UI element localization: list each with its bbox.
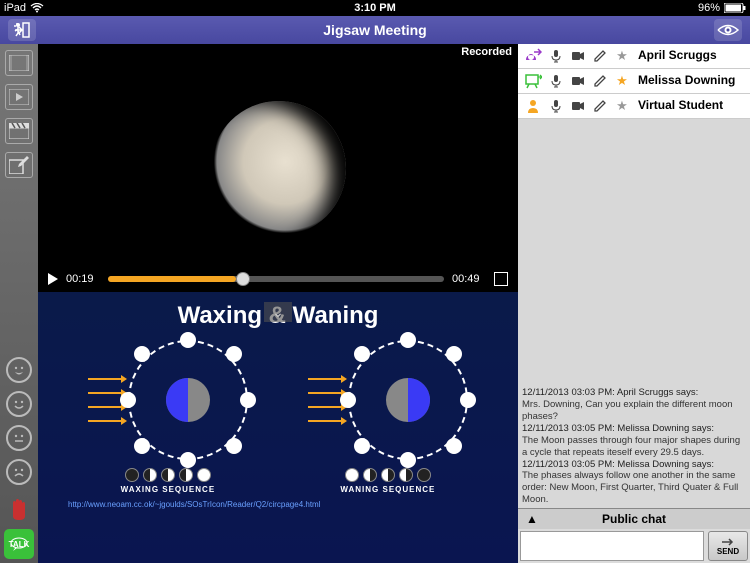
slide-viewer: Waxing & Waning <box>38 292 518 563</box>
chat-footer: ▲ Public chat SEND <box>518 508 750 563</box>
video-controls: 00:19 00:49 <box>38 266 518 292</box>
expand-down-button[interactable]: ⌄ <box>264 302 292 322</box>
waning-sequence: WANING SEQUENCE <box>340 468 435 494</box>
mic-icon[interactable] <box>548 99 564 113</box>
recorded-badge: Recorded <box>461 46 512 58</box>
star-icon[interactable]: ★ <box>614 98 630 114</box>
emoji-sad-icon[interactable] <box>6 459 32 485</box>
participant-name: Melissa Downing <box>638 74 735 87</box>
mic-icon[interactable] <box>548 49 564 63</box>
play-icon[interactable] <box>48 273 58 285</box>
waxing-sequence: WAXING SEQUENCE <box>121 468 216 494</box>
role-icon <box>524 48 542 64</box>
right-panel: ★ April Scruggs ★ Melissa Downing ★ Virt… <box>518 44 750 563</box>
send-arrow-icon <box>721 537 735 547</box>
role-icon <box>524 98 542 114</box>
participant-row[interactable]: ★ Virtual Student <box>518 94 750 119</box>
collapse-icon: ▲ <box>526 512 538 526</box>
left-toolbar: TALK <box>0 44 38 563</box>
chat-meta: 12/11/2013 03:05 PM: Melissa Downing say… <box>522 423 746 435</box>
video-current-time: 00:19 <box>66 273 100 285</box>
talk-button[interactable]: TALK <box>4 529 34 559</box>
waning-label: WANING SEQUENCE <box>340 485 435 494</box>
waxing-label: WAXING SEQUENCE <box>121 485 216 494</box>
emoji-neutral-icon[interactable] <box>6 425 32 451</box>
status-bar: iPad 3:10 PM 96% <box>0 0 750 16</box>
emoji-happy-open-icon[interactable] <box>6 357 32 383</box>
video-seek-thumb[interactable] <box>236 272 250 286</box>
battery-icon <box>724 3 746 13</box>
film-icon[interactable] <box>5 50 33 76</box>
star-icon[interactable]: ★ <box>614 48 630 64</box>
carrier-label: iPad <box>4 2 26 14</box>
page-title: Jigsaw Meeting <box>323 22 426 38</box>
battery-percent: 96% <box>698 2 720 14</box>
app-header: Jigsaw Meeting <box>0 16 750 44</box>
video-seek-track[interactable] <box>108 276 444 282</box>
content-area: Recorded 00:19 00:49 ‹ › ⌄ Waxing & Wani… <box>38 44 518 563</box>
emoji-happy-icon[interactable] <box>6 391 32 417</box>
pen-icon[interactable] <box>592 74 608 88</box>
raise-hand-icon[interactable] <box>7 497 31 521</box>
slide-source-link[interactable]: http://www.neoam.cc.ok/~jgoulds/SOsTrIco… <box>68 500 488 509</box>
camera-icon[interactable] <box>570 74 586 88</box>
clock: 3:10 PM <box>354 2 396 14</box>
mic-icon[interactable] <box>548 74 564 88</box>
pen-icon[interactable] <box>592 49 608 63</box>
wifi-icon <box>30 3 44 13</box>
chat-text: Mrs. Downing, Can you explain the differ… <box>522 399 746 423</box>
chat-title: Public chat <box>602 512 666 526</box>
camera-icon[interactable] <box>570 49 586 63</box>
visibility-button[interactable] <box>714 19 742 41</box>
play-slide-icon[interactable] <box>5 84 33 110</box>
chat-text: The Moon passes through four major shape… <box>522 435 746 459</box>
participant-name: April Scruggs <box>638 49 717 62</box>
exit-button[interactable] <box>8 19 36 41</box>
chat-meta: 12/11/2013 03:03 PM: April Scruggs says: <box>522 387 746 399</box>
video-player[interactable]: Recorded 00:19 00:49 <box>38 44 518 292</box>
pen-icon[interactable] <box>592 99 608 113</box>
send-label: SEND <box>717 547 739 556</box>
participant-row[interactable]: ★ Melissa Downing <box>518 69 750 94</box>
camera-icon[interactable] <box>570 99 586 113</box>
waning-diagram <box>308 340 468 460</box>
video-thumbnail-moon <box>211 101 346 236</box>
chat-input[interactable] <box>520 531 704 561</box>
send-button[interactable]: SEND <box>708 531 748 561</box>
clapper-icon[interactable] <box>5 118 33 144</box>
waxing-diagram <box>88 340 248 460</box>
chat-messages: 12/11/2013 03:03 PM: April Scruggs says:… <box>518 119 750 508</box>
fullscreen-icon[interactable] <box>494 272 508 286</box>
star-icon[interactable]: ★ <box>614 73 630 89</box>
talk-label: TALK <box>9 540 30 549</box>
video-duration: 00:49 <box>452 273 486 285</box>
chat-toggle[interactable]: ▲ Public chat <box>518 509 750 529</box>
chat-meta: 12/11/2013 03:05 PM: Melissa Downing say… <box>522 459 746 471</box>
chat-text: The phases always follow one another in … <box>522 470 746 506</box>
participant-row[interactable]: ★ April Scruggs <box>518 44 750 69</box>
participant-name: Virtual Student <box>638 99 723 112</box>
role-icon <box>524 73 542 89</box>
edit-icon[interactable] <box>5 152 33 178</box>
participant-list: ★ April Scruggs ★ Melissa Downing ★ Virt… <box>518 44 750 119</box>
